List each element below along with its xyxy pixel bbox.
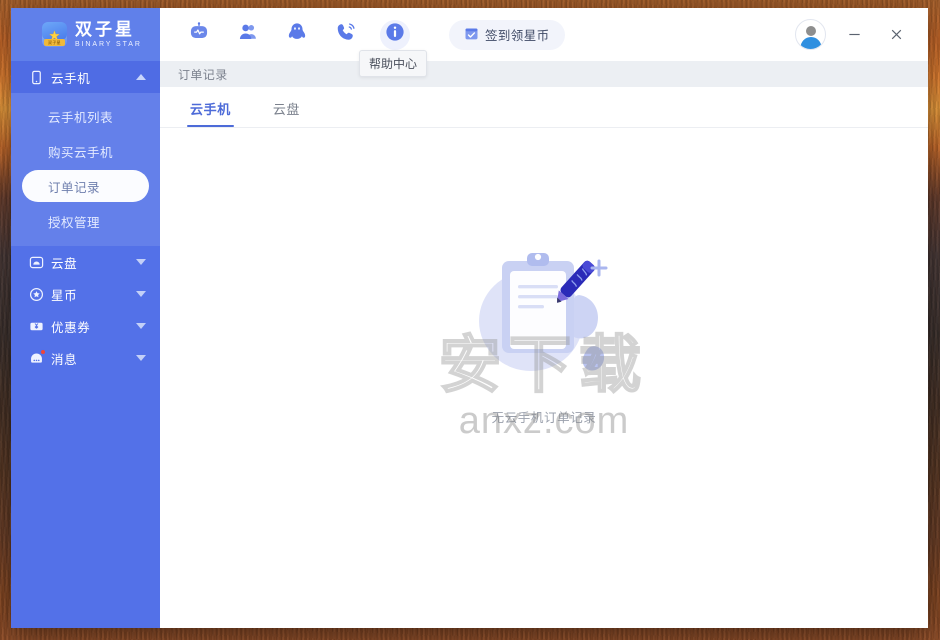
qq-phone-icon <box>335 21 357 48</box>
sidebar-nav: 云手机 云手机列表 购买云手机 订单记录 授权管理 云盘 星币 优惠券 消息 <box>11 61 160 628</box>
friends-icon <box>237 21 259 48</box>
sidebar-label-cloud-phone: 云手机 <box>51 71 91 86</box>
sidebar-sublabel-0: 云手机列表 <box>48 110 114 125</box>
coupon-icon <box>29 319 44 334</box>
binary-star-logo-icon: ★ 双子星 <box>42 22 67 47</box>
logo-plate: 双子星 <box>44 39 65 46</box>
tab-bar: 云手机 云盘 <box>160 87 928 128</box>
close-button[interactable] <box>882 21 910 49</box>
tab-label-cloud-phone: 云手机 <box>190 102 231 117</box>
sidebar-sublabel-2: 订单记录 <box>48 180 101 195</box>
message-unread-badge <box>40 348 46 355</box>
sidebar-group-cloud-disk: 云盘 <box>11 246 160 278</box>
sidebar-label-star-coin: 星币 <box>51 288 78 303</box>
chevron-up-icon <box>136 74 146 80</box>
sidebar-item-cloud-phone[interactable]: 云手机 <box>11 61 160 93</box>
sidebar-item-coupon[interactable]: 优惠券 <box>11 310 160 342</box>
sidebar-subitem-cloud-phone-list[interactable]: 云手机列表 <box>22 100 149 132</box>
avatar-head <box>805 26 816 36</box>
empty-state: 无云手机订单记录 <box>459 233 629 426</box>
robot-icon <box>188 21 210 48</box>
star-coin-icon <box>29 287 44 302</box>
info-icon <box>384 21 406 48</box>
help-center-button[interactable] <box>380 19 410 50</box>
qq-phone-button[interactable] <box>331 20 361 50</box>
sidebar-item-star-coin[interactable]: 星币 <box>11 278 160 310</box>
app-logo: ★ 双子星 双子星 BINARY STAR <box>11 8 160 61</box>
app-window: ★ 双子星 双子星 BINARY STAR 云手机 云手机列表 购买云手机 订单… <box>11 8 928 628</box>
empty-state-text: 无云手机订单记录 <box>491 411 597 425</box>
cloud-disk-icon <box>29 255 44 270</box>
message-icon <box>29 348 46 366</box>
calendar-check-icon <box>464 26 479 44</box>
sidebar-item-message[interactable]: 消息 <box>11 342 160 374</box>
chevron-down-icon <box>136 291 146 297</box>
signin-button[interactable]: 签到领星币 <box>449 19 565 50</box>
tab-cloud-disk[interactable]: 云盘 <box>273 99 300 127</box>
qq-penguin-button[interactable] <box>282 20 312 50</box>
sidebar-label-cloud-disk: 云盘 <box>51 256 78 271</box>
sidebar-subnav-cloud-phone: 云手机列表 购买云手机 订单记录 授权管理 <box>11 93 160 246</box>
chevron-down-icon <box>136 259 146 265</box>
sidebar-subitem-order-records[interactable]: 订单记录 <box>22 170 149 202</box>
sidebar: ★ 双子星 双子星 BINARY STAR 云手机 云手机列表 购买云手机 订单… <box>11 8 160 628</box>
phone-icon <box>29 70 44 85</box>
sidebar-subitem-auth-management[interactable]: 授权管理 <box>22 205 149 237</box>
sidebar-group-cloud-phone: 云手机 云手机列表 购买云手机 订单记录 授权管理 <box>11 61 160 246</box>
help-center-tooltip: 帮助中心 <box>359 50 428 77</box>
friends-button[interactable] <box>233 20 263 50</box>
avatar[interactable] <box>795 19 826 50</box>
content-area: 无云手机订单记录 安下载 anxz.com <box>160 128 928 628</box>
main-column: 签到领星币 帮助中心 订单记录 云手机 云盘 无云手机订单记录 anxz.com <box>160 8 928 628</box>
sidebar-label-coupon: 优惠券 <box>51 320 91 335</box>
window-controls-group <box>795 19 910 50</box>
chevron-down-icon <box>136 355 146 361</box>
window-body: ★ 双子星 双子星 BINARY STAR 云手机 云手机列表 购买云手机 订单… <box>11 8 928 628</box>
toolbar-icon-group: 签到领星币 <box>184 19 565 50</box>
clipboard-pencil-illustration <box>459 233 629 393</box>
avatar-body <box>800 37 821 49</box>
logo-title-cn: 双子星 <box>75 20 135 39</box>
tab-label-cloud-disk: 云盘 <box>272 102 301 117</box>
sidebar-sublabel-3: 授权管理 <box>48 215 101 230</box>
sidebar-item-cloud-disk[interactable]: 云盘 <box>11 246 160 278</box>
logo-title-en: BINARY STAR <box>75 41 142 48</box>
chevron-down-icon <box>136 323 146 329</box>
sidebar-group-coupon: 优惠券 <box>11 310 160 342</box>
sidebar-label-message: 消息 <box>51 352 78 367</box>
signin-label: 签到领星币 <box>485 29 550 43</box>
robot-button[interactable] <box>184 20 214 50</box>
breadcrumb: 订单记录 <box>160 61 928 87</box>
top-toolbar: 签到领星币 帮助中心 <box>160 8 928 77</box>
logo-text: 双子星 BINARY STAR <box>75 21 142 48</box>
qq-penguin-icon <box>286 21 308 48</box>
sidebar-sublabel-1: 购买云手机 <box>48 145 114 160</box>
minimize-button[interactable] <box>840 21 868 49</box>
tab-cloud-phone[interactable]: 云手机 <box>187 99 234 127</box>
breadcrumb-current: 订单记录 <box>178 67 228 82</box>
sidebar-group-message: 消息 <box>11 342 160 374</box>
sidebar-subitem-buy-cloud-phone[interactable]: 购买云手机 <box>22 135 149 167</box>
sidebar-group-star-coin: 星币 <box>11 278 160 310</box>
